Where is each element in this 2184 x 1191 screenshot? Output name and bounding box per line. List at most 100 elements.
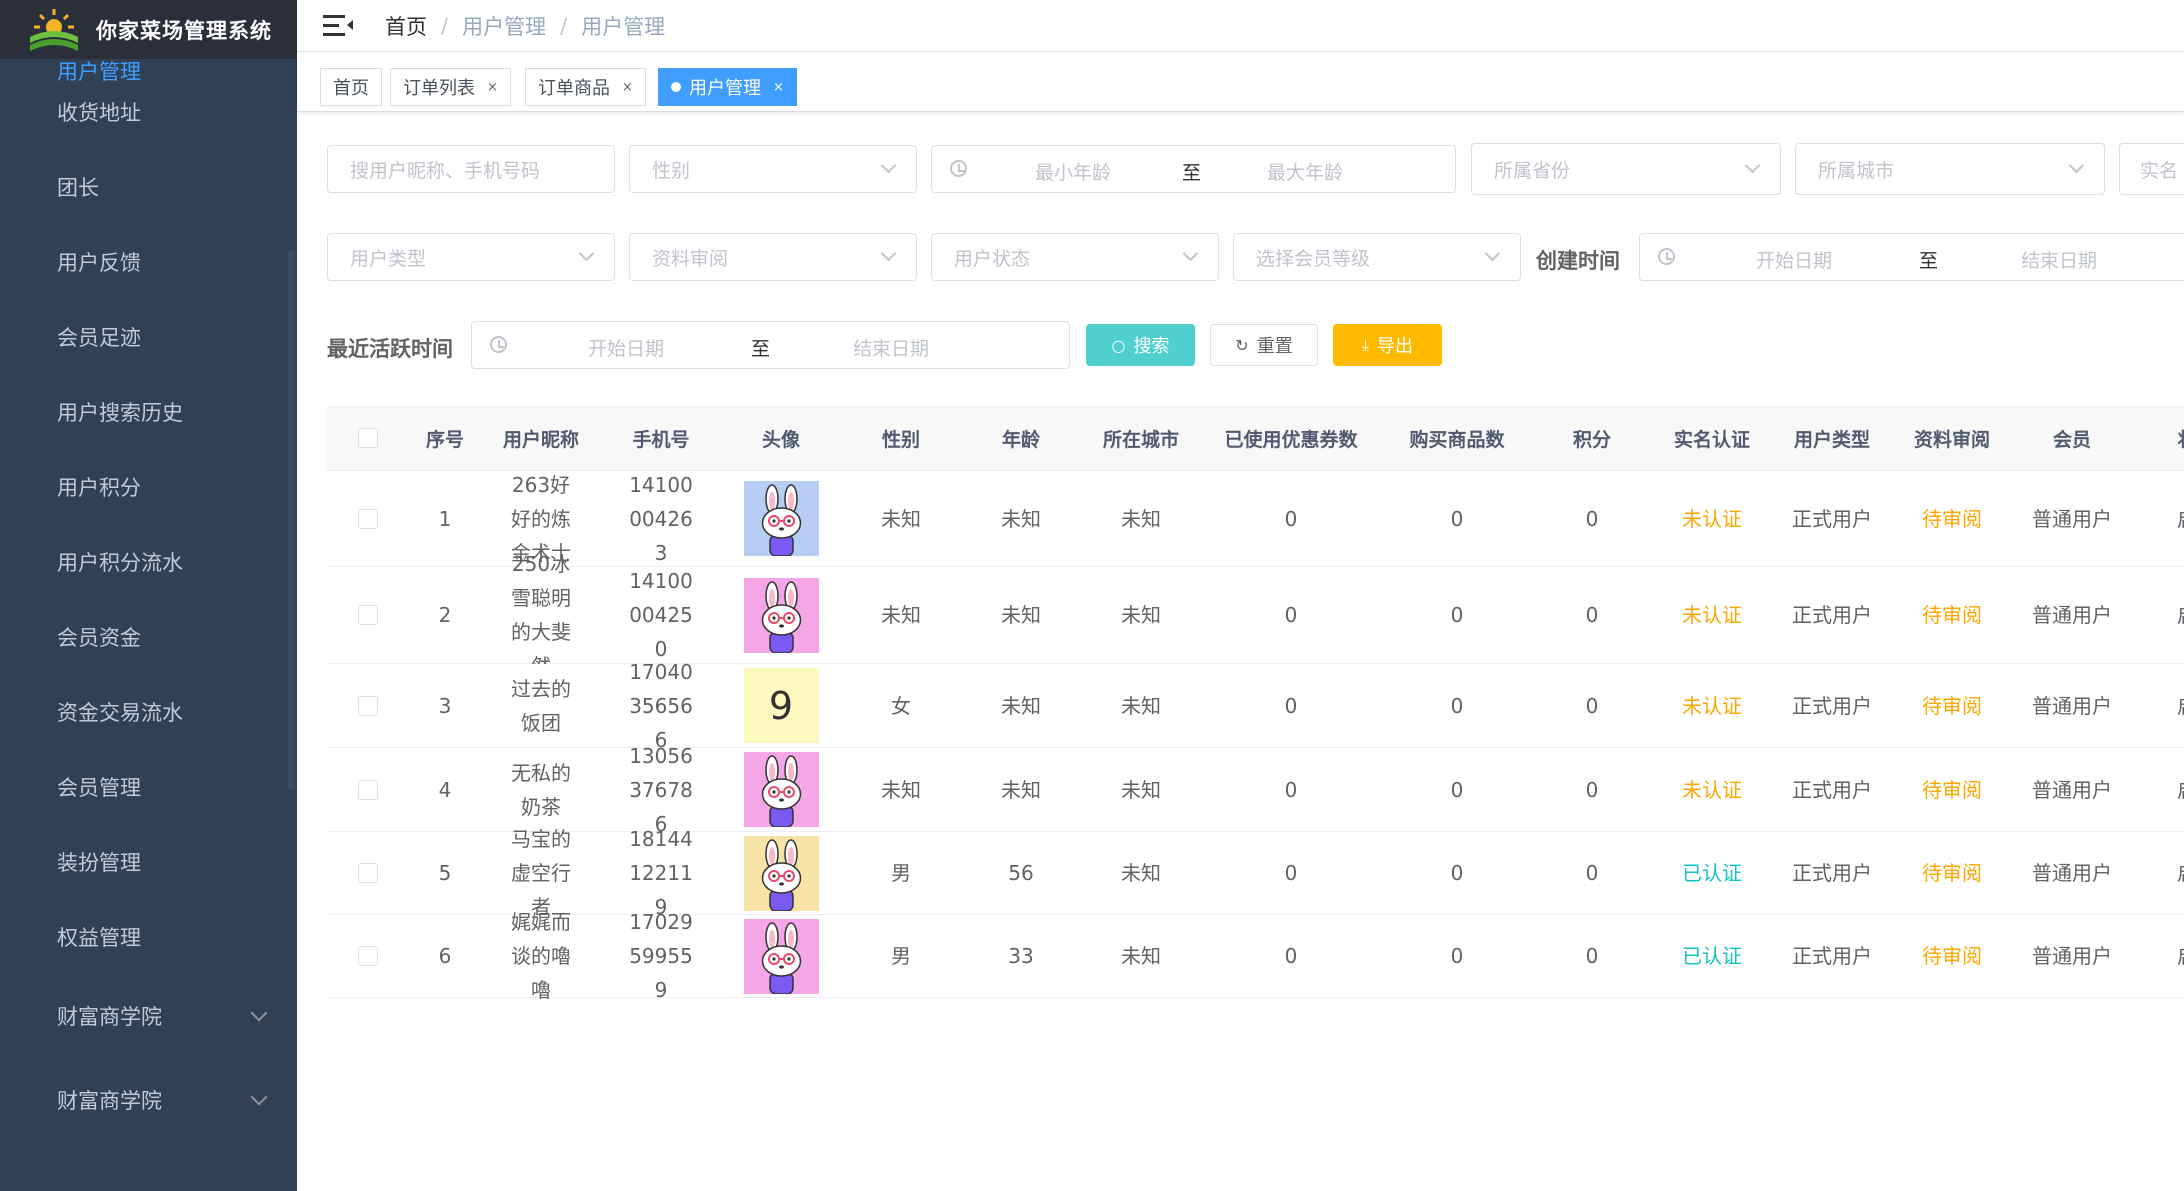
export-button[interactable]: ⤓ 导出 <box>1333 324 1442 366</box>
city-value: 未知 <box>1121 777 1161 802</box>
review-value: 待审阅 <box>1922 861 1982 885</box>
row-checkbox-cell <box>338 664 398 747</box>
created-date-range-input[interactable]: 开始日期 至 结束日期 <box>1639 233 2184 281</box>
active-date-range-input[interactable]: 开始日期 至 结束日期 <box>471 321 1070 369</box>
avatar-cell <box>726 471 836 566</box>
close-icon[interactable]: × <box>487 80 498 95</box>
row-checkbox[interactable] <box>358 508 378 529</box>
clock-icon <box>490 336 507 353</box>
cell-nickname: 无私的奶茶 <box>486 748 596 831</box>
sidebar-item[interactable]: 用户搜索历史 <box>0 374 297 449</box>
cell-realname: 已认证 <box>1657 832 1767 914</box>
column-header: 积分 <box>1572 428 1611 451</box>
avatar-bunny-icon[interactable] <box>743 481 819 556</box>
row-checkbox[interactable] <box>358 946 378 966</box>
user-status-select[interactable]: 用户状态 <box>931 233 1219 281</box>
tags-view: 首页 订单列表 × 订单商品 × 用户管理 × <box>297 52 2184 112</box>
sidebar-item[interactable]: 会员资金 <box>0 599 297 674</box>
sidebar-item[interactable]: 会员足迹 <box>0 299 297 374</box>
cell-index: 2 <box>405 567 485 663</box>
sidebar-item[interactable]: 用户积分流水 <box>0 524 297 599</box>
row-checkbox[interactable] <box>358 779 378 800</box>
row-checkbox-cell <box>338 567 398 663</box>
table-row[interactable]: 3 过去的饭团 17040356566 9 女 未知 未知 0 0 0 未认证 正式用户 待审阅 普通用户… <box>327 660 2184 752</box>
sidebar-item[interactable]: 财富商学院 <box>0 1058 297 1142</box>
table-row[interactable]: 1 263好好的炼金术士 14100004263 未知 未知 未知 0 0 0 未认证 正式用户 待审… <box>327 471 2184 567</box>
select-all-checkbox[interactable] <box>358 428 378 448</box>
table-row[interactable]: 6 娓娓而谈的嚕嚕 17029599559 男 33 未知 0 0 0 已认证 正式用户 待审阅 普通用… <box>327 910 2184 1002</box>
cell-gender: 男 <box>846 915 956 997</box>
avatar-bunny-icon[interactable] <box>743 752 819 827</box>
tag-order-list[interactable]: 订单列表 × <box>390 68 511 106</box>
column-header: 性别 <box>881 428 920 451</box>
breadcrumb-level1: 用户管理 <box>462 14 547 39</box>
age-range-input[interactable]: 最小年龄 至 最大年龄 <box>931 145 1456 193</box>
reset-button[interactable]: ↻ 重置 <box>1210 324 1318 366</box>
member-value: 普通用户 <box>2032 944 2112 968</box>
sidebar-item[interactable]: 用户积分 <box>0 449 297 524</box>
sidebar-item[interactable]: 权益管理 <box>0 899 297 974</box>
sidebar-item[interactable]: 团长 <box>0 149 297 224</box>
tag-user-management[interactable]: 用户管理 × <box>658 68 797 106</box>
column-header: 资料审阅 <box>1913 428 1990 451</box>
avatar-bunny-icon[interactable] <box>743 918 819 994</box>
city-select[interactable]: 所属城市 <box>1795 143 2105 195</box>
member-value: 普通用户 <box>2032 777 2112 802</box>
cell-gender: 未知 <box>846 471 956 566</box>
avatar-cell: 9 <box>726 664 836 747</box>
user-type-select[interactable]: 用户类型 <box>327 233 615 281</box>
avatar[interactable]: 9 <box>743 668 819 743</box>
sidebar-item[interactable]: 财富商学院 <box>0 974 297 1058</box>
member-level-select[interactable]: 选择会员等级 <box>1233 233 1521 281</box>
index-value: 3 <box>438 693 452 718</box>
cell-review: 待审阅 <box>1897 832 2007 914</box>
table-row[interactable]: 4 无私的奶茶 13056376786 未知 未知 未知 0 0 0 未认证 正式用户 待审阅 普通用户… <box>327 744 2184 836</box>
realname-select[interactable]: 实名 <box>2119 143 2184 195</box>
row-checkbox[interactable] <box>358 863 378 883</box>
nickname-value: 娓娓而谈的嚕嚕 <box>511 910 571 1002</box>
table-row[interactable]: 2 250冰雪聪明的大斐然 14100004250 未知 未知 未知 0 0 0 未认证 正式用户 待… <box>327 552 2184 678</box>
sidebar-item[interactable]: 会员管理 <box>0 749 297 824</box>
coupons-value: 0 <box>1284 861 1298 885</box>
province-select[interactable]: 所属省份 <box>1471 143 1781 195</box>
cell-realname: 未认证 <box>1657 748 1767 831</box>
close-icon[interactable]: × <box>622 80 633 95</box>
sidebar-item[interactable]: 资金交易流水 <box>0 674 297 749</box>
sidebar-item-label: 资金交易流水 <box>57 700 183 725</box>
city-placeholder: 所属城市 <box>1818 159 1895 182</box>
sidebar-item-label: 用户积分 <box>57 475 141 500</box>
age-range-separator: 至 <box>1182 162 1202 184</box>
tag-order-products[interactable]: 订单商品 × <box>525 68 646 106</box>
row-checkbox[interactable] <box>358 605 378 625</box>
tag-home[interactable]: 首页 <box>320 68 382 106</box>
search-button[interactable]: ○ 搜索 <box>1086 324 1195 366</box>
nickname-value: 无私的奶茶 <box>511 760 571 819</box>
select-all-checkbox-cell <box>338 405 398 471</box>
cell-nickname: 马宝的虚空行者 <box>486 827 596 919</box>
refresh-icon: ↻ <box>1235 335 1249 355</box>
avatar-bunny-icon[interactable] <box>743 577 819 653</box>
avatar-bunny-icon[interactable] <box>743 835 819 911</box>
points-value: 0 <box>1585 861 1599 885</box>
review-select[interactable]: 资料审阅 <box>629 233 917 281</box>
table-row[interactable]: 5 马宝的虚空行者 18144122119 男 56 未知 0 0 0 已认证 正式用户 待审阅 普通用… <box>327 827 2184 919</box>
chevron-down-icon <box>250 1088 268 1106</box>
row-checkbox[interactable] <box>358 695 378 716</box>
gender-select[interactable]: 性别 <box>629 145 917 193</box>
keyword-search-input[interactable]: 搜用户昵称、手机号码 <box>327 145 615 193</box>
tag-label: 订单商品 <box>538 78 610 99</box>
sidebar-item[interactable]: 收货地址 <box>0 74 297 149</box>
breadcrumb-home[interactable]: 首页 <box>385 11 427 41</box>
cell-state: 启 <box>2167 748 2184 831</box>
sidebar-scrollbar[interactable] <box>288 250 294 790</box>
breadcrumb-separator: / <box>560 13 568 38</box>
index-value: 1 <box>438 506 452 531</box>
close-icon[interactable]: × <box>773 80 784 95</box>
sidebar-item[interactable]: 用户反馈 <box>0 224 297 299</box>
cell-city: 未知 <box>1076 748 1206 831</box>
sidebar-item[interactable]: 装扮管理 <box>0 824 297 899</box>
hamburger-icon[interactable] <box>323 13 353 39</box>
cell-index: 6 <box>405 915 485 997</box>
sidebar-item-label: 用户积分流水 <box>57 550 183 575</box>
avatar-cell <box>726 832 836 914</box>
